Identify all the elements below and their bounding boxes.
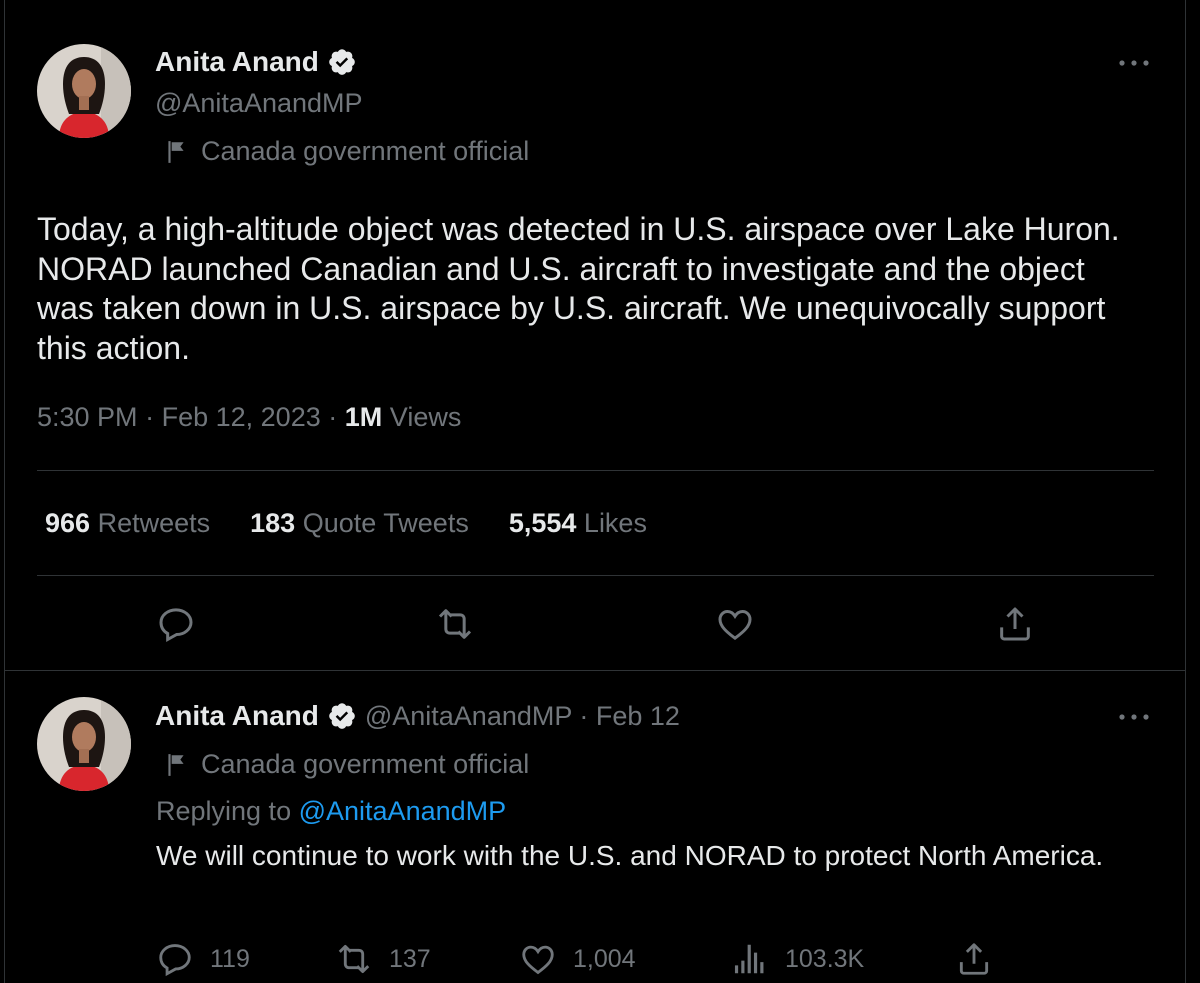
reply-author-name[interactable]: Anita Anand @AnitaAnandMP · Feb 12 bbox=[155, 700, 680, 732]
avatar-image bbox=[37, 697, 131, 791]
like-icon[interactable] bbox=[519, 940, 557, 978]
meta-separator: · bbox=[328, 402, 338, 432]
government-label-text: Canada government official bbox=[201, 136, 530, 166]
tweet-time[interactable]: 5:30 PM bbox=[37, 402, 138, 432]
avatar[interactable] bbox=[37, 697, 131, 791]
quotes-label: Quote Tweets bbox=[302, 508, 469, 538]
likes-label: Likes bbox=[583, 508, 647, 538]
quotes-stat[interactable]: 183 Quote Tweets bbox=[250, 508, 469, 539]
government-label[interactable]: Canada government official bbox=[163, 136, 529, 167]
reply-text: We will continue to work with the U.S. a… bbox=[156, 840, 1104, 871]
quotes-count: 183 bbox=[250, 508, 296, 538]
reply-views-action[interactable]: 103.3K bbox=[731, 940, 864, 978]
replying-to-label: Replying to bbox=[156, 796, 292, 826]
reply-icon[interactable] bbox=[156, 604, 196, 644]
government-label-text: Canada government official bbox=[201, 749, 530, 779]
avatar-image bbox=[37, 44, 131, 138]
author-handle[interactable]: @AnitaAnandMP bbox=[155, 88, 363, 119]
reply-retweet-action[interactable]: 137 bbox=[335, 940, 431, 978]
author-name[interactable]: Anita Anand bbox=[155, 46, 357, 78]
views-icon[interactable] bbox=[731, 940, 769, 978]
tweet-meta: 5:30 PM · Feb 12, 2023 · 1M Views bbox=[37, 402, 461, 433]
more-icon[interactable] bbox=[1117, 58, 1151, 68]
retweets-stat[interactable]: 966 Retweets bbox=[45, 508, 210, 539]
reply-handle-date[interactable]: @AnitaAnandMP · Feb 12 bbox=[365, 701, 680, 732]
views-count: 103.3K bbox=[785, 944, 865, 973]
replying-to-mention[interactable]: @AnitaAnandMP bbox=[299, 796, 507, 826]
views-count: 1M bbox=[344, 402, 383, 432]
government-label[interactable]: Canada government official bbox=[163, 749, 529, 780]
tweet-date[interactable]: Feb 12, 2023 bbox=[162, 402, 321, 432]
reply-icon[interactable] bbox=[156, 940, 194, 978]
likes-count: 5,554 bbox=[508, 508, 577, 538]
divider bbox=[37, 470, 1154, 471]
government-flag-icon bbox=[163, 139, 189, 165]
verified-badge-icon[interactable] bbox=[327, 47, 357, 77]
divider bbox=[37, 575, 1154, 576]
more-icon[interactable] bbox=[1117, 712, 1151, 722]
retweet-icon[interactable] bbox=[435, 604, 475, 644]
likes-stat[interactable]: 5,554 Likes bbox=[509, 508, 647, 539]
retweet-icon[interactable] bbox=[335, 940, 373, 978]
share-icon[interactable] bbox=[995, 604, 1035, 644]
tweet-text: Today, a high-altitude object was detect… bbox=[37, 211, 1120, 366]
like-icon[interactable] bbox=[715, 604, 755, 644]
retweets-count: 966 bbox=[45, 508, 91, 538]
reply-author-name-text[interactable]: Anita Anand bbox=[155, 700, 319, 732]
meta-separator: · bbox=[145, 402, 155, 432]
replying-to: Replying to @AnitaAnandMP bbox=[156, 796, 506, 827]
reply-reply-action[interactable]: 119 bbox=[156, 940, 250, 978]
reply-like-action[interactable]: 1,004 bbox=[519, 940, 636, 978]
government-flag-icon bbox=[163, 752, 189, 778]
reply-share-action[interactable] bbox=[955, 940, 993, 978]
views-label: Views bbox=[389, 402, 462, 432]
share-icon[interactable] bbox=[955, 940, 993, 978]
avatar[interactable] bbox=[37, 44, 131, 138]
divider bbox=[4, 670, 1186, 671]
reply-count: 119 bbox=[210, 944, 250, 973]
author-name-text[interactable]: Anita Anand bbox=[155, 46, 319, 78]
retweet-count: 137 bbox=[389, 944, 431, 973]
like-count: 1,004 bbox=[573, 944, 636, 973]
tweet-stats: 966 Retweets 183 Quote Tweets 5,554 Like… bbox=[45, 508, 647, 539]
retweets-label: Retweets bbox=[97, 508, 211, 538]
verified-badge-icon[interactable] bbox=[327, 701, 357, 731]
